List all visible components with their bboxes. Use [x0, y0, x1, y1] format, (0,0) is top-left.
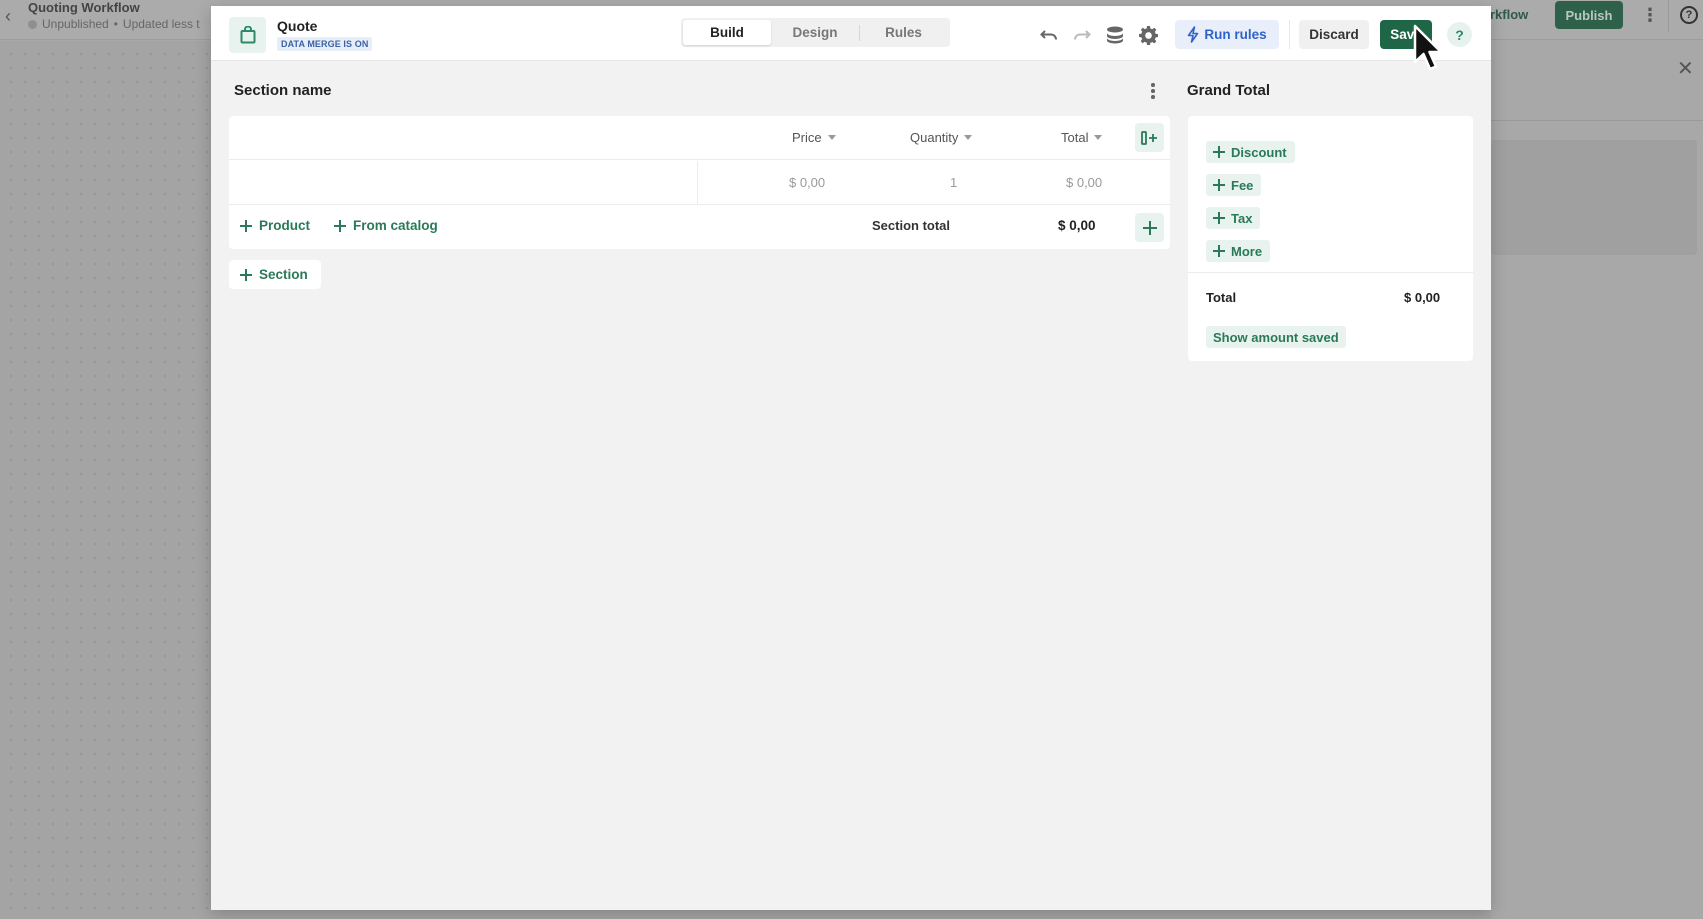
status-text: Unpublished	[42, 17, 109, 31]
run-rules-button[interactable]: Run rules	[1175, 20, 1279, 49]
document-title: Quote	[277, 18, 318, 34]
back-chevron-icon[interactable]: ‹	[5, 6, 11, 27]
table-footer: Product From catalog Section total $ 0,0…	[229, 206, 1170, 249]
panel-card	[1491, 140, 1697, 255]
panel-divider	[1491, 120, 1703, 121]
undo-icon[interactable]	[1038, 25, 1060, 45]
price-cell[interactable]: $ 0,00	[789, 175, 825, 190]
add-fee-button[interactable]: Fee	[1206, 174, 1262, 196]
lightning-icon	[1188, 26, 1199, 43]
add-from-catalog-button[interactable]: From catalog	[334, 218, 438, 233]
grand-total-title: Grand Total	[1187, 82, 1271, 99]
run-rules-label: Run rules	[1204, 27, 1267, 42]
tab-design[interactable]: Design	[771, 20, 859, 45]
workflow-link[interactable]: rkflow	[1490, 7, 1528, 22]
quote-editor-modal: Quote DATA MERGE IS ON Build Design Rule…	[211, 6, 1491, 910]
add-product-label: Product	[259, 218, 311, 233]
gear-icon[interactable]	[1137, 25, 1159, 45]
section-name[interactable]: Section name	[234, 82, 332, 99]
column-header-quantity[interactable]: Quantity	[910, 130, 973, 145]
publish-button[interactable]: Publish	[1555, 1, 1623, 29]
mode-tabs: Build Design Rules	[681, 18, 950, 47]
column-label: Quantity	[910, 130, 959, 145]
plus-icon	[240, 219, 252, 232]
column-label: Total	[1061, 130, 1089, 145]
caret-down-icon	[1094, 135, 1103, 140]
column-header-price[interactable]: Price	[792, 130, 836, 145]
from-catalog-label: From catalog	[353, 218, 438, 233]
workflow-status: Unpublished • Updated less t	[28, 17, 200, 31]
add-section-button[interactable]: Section	[229, 260, 321, 289]
tab-rules[interactable]: Rules	[860, 20, 947, 45]
section-options-icon[interactable]	[1143, 80, 1163, 102]
plus-icon	[1213, 179, 1225, 191]
data-merge-badge: DATA MERGE IS ON	[277, 37, 373, 51]
discard-button[interactable]: Discard	[1299, 20, 1369, 49]
quantity-cell[interactable]: 1	[950, 175, 957, 190]
save-button[interactable]: Save	[1380, 20, 1432, 49]
database-icon[interactable]	[1104, 25, 1126, 45]
more-label: More	[1231, 243, 1263, 259]
close-icon[interactable]: ✕	[1677, 56, 1694, 81]
tab-build[interactable]: Build	[683, 20, 771, 45]
caret-down-icon	[827, 135, 836, 140]
status-dot-icon	[28, 19, 37, 29]
plus-icon	[1213, 146, 1225, 158]
add-column-icon	[1140, 130, 1157, 145]
workflow-title: Quoting Workflow	[28, 0, 140, 15]
shopping-bag-icon	[229, 17, 266, 53]
grand-total-divider	[1188, 272, 1473, 273]
redo-icon[interactable]	[1071, 25, 1093, 45]
plus-icon	[1213, 212, 1225, 224]
more-options-icon[interactable]: ⋮	[1641, 5, 1659, 26]
total-cell: $ 0,00	[1066, 175, 1103, 190]
add-column-button[interactable]	[1135, 123, 1164, 152]
column-header-total[interactable]: Total	[1061, 130, 1103, 145]
help-icon[interactable]: ?	[1680, 6, 1698, 24]
description-cell[interactable]	[229, 161, 698, 205]
topbar-divider	[1668, 0, 1669, 32]
add-more-button[interactable]: More	[1206, 240, 1271, 262]
add-product-button[interactable]: Product	[240, 218, 310, 233]
help-button[interactable]: ?	[1447, 22, 1472, 47]
status-separator: •	[113, 17, 118, 31]
section-total-label: Section total	[872, 218, 951, 233]
table-row: $ 0,00 1 $ 0,00	[229, 161, 1170, 205]
plus-icon	[334, 219, 346, 232]
line-items-table: Price Quantity Total $ 0,00 1 $ 0,00 Pro…	[229, 116, 1170, 249]
plus-icon	[240, 268, 252, 281]
table-header: Price Quantity Total	[229, 116, 1170, 160]
discount-label: Discount	[1231, 144, 1287, 160]
updated-text: Updated less t	[122, 17, 200, 31]
fee-label: Fee	[1231, 177, 1254, 193]
show-amount-saved-button[interactable]: Show amount saved	[1206, 326, 1346, 348]
column-label: Price	[792, 130, 822, 145]
grand-total-card: Discount Fee Tax More Total $ 0,00 Show …	[1188, 116, 1473, 361]
caret-down-icon	[964, 135, 973, 140]
add-section-label: Section	[259, 267, 308, 282]
plus-icon	[1213, 245, 1225, 257]
add-tax-button[interactable]: Tax	[1206, 207, 1261, 229]
total-value: $ 0,00	[1404, 290, 1441, 305]
add-row-button[interactable]	[1135, 213, 1164, 242]
add-discount-button[interactable]: Discount	[1206, 141, 1295, 163]
modal-header: Quote DATA MERGE IS ON Build Design Rule…	[211, 6, 1491, 61]
plus-icon	[1142, 220, 1157, 235]
total-label: Total	[1206, 290, 1237, 305]
section-total-value: $ 0,00	[1058, 218, 1096, 233]
toolbar-divider	[1289, 20, 1290, 49]
tax-label: Tax	[1231, 210, 1253, 226]
